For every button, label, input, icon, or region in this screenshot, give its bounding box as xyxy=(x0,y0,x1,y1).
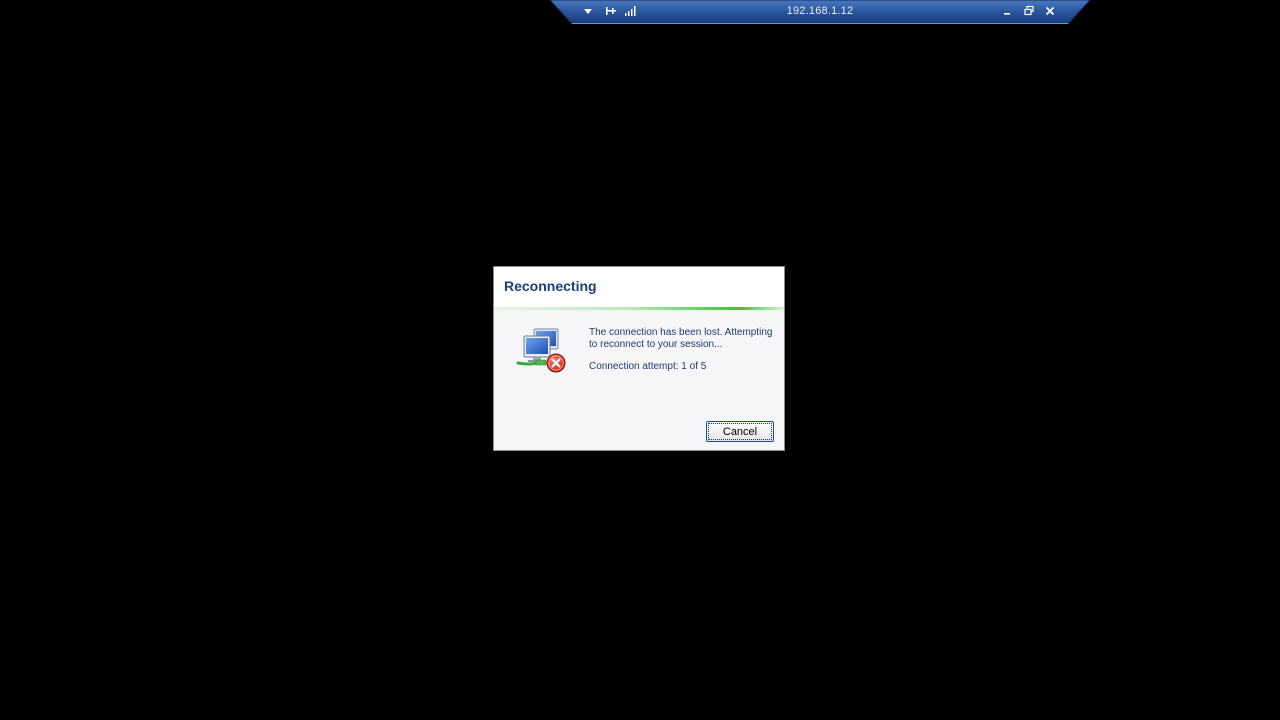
connection-menu-button[interactable] xyxy=(579,2,597,20)
minimize-button[interactable] xyxy=(998,2,1016,20)
dialog-header: Reconnecting xyxy=(494,267,784,310)
connection-bar: 192.168.1.12 xyxy=(550,0,1090,24)
close-icon xyxy=(1045,6,1055,16)
cancel-button[interactable]: Cancel xyxy=(706,421,774,442)
connection-lost-message: The connection has been lost. Attempting… xyxy=(589,327,773,350)
network-computer-error-icon xyxy=(516,328,566,373)
dialog-title: Reconnecting xyxy=(504,278,597,294)
dialog-body: The connection has been lost. Attempting… xyxy=(494,310,784,450)
pin-button[interactable] xyxy=(602,2,620,20)
connection-host-label: 192.168.1.12 xyxy=(786,5,854,17)
connection-quality-button[interactable] xyxy=(621,2,639,20)
remote-desktop-screen: 192.168.1.12 Reconnecting The connection… xyxy=(0,0,1280,720)
reconnecting-dialog: Reconnecting The connection has been los… xyxy=(493,266,785,451)
connection-attempt-status: Connection attempt: 1 of 5 xyxy=(589,361,707,372)
chevron-down-icon xyxy=(584,9,592,14)
close-button[interactable] xyxy=(1041,2,1059,20)
signal-bars-icon xyxy=(625,6,636,16)
restore-button[interactable] xyxy=(1020,2,1038,20)
restore-icon xyxy=(1024,5,1034,16)
pin-icon xyxy=(606,7,616,15)
cancel-button-label: Cancel xyxy=(708,423,772,440)
minimize-icon xyxy=(1004,13,1010,15)
